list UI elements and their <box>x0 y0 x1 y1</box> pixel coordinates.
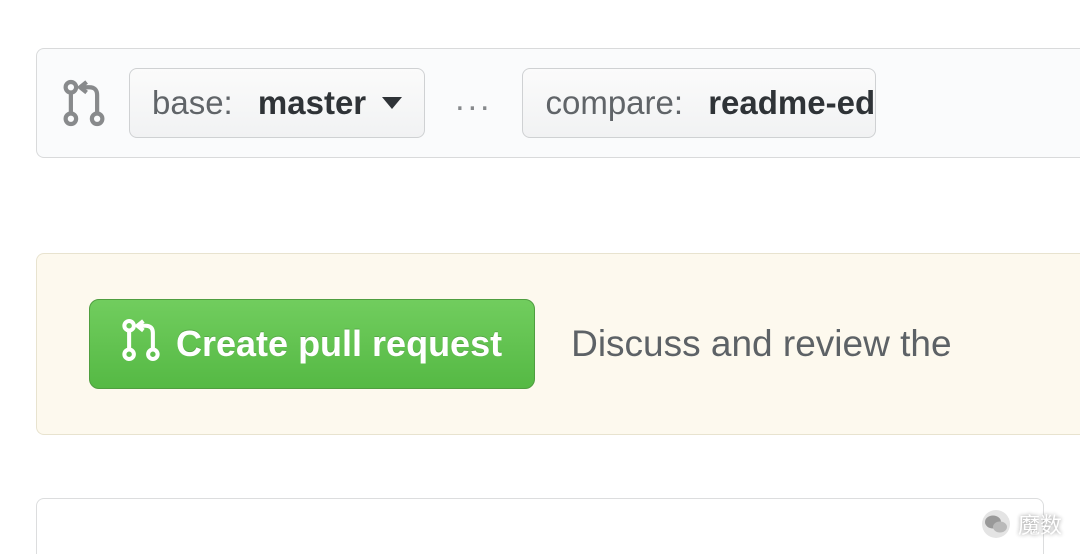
chevron-down-icon <box>382 97 402 109</box>
wechat-icon <box>982 510 1010 538</box>
content-box <box>36 498 1044 554</box>
compare-branches-bar: base: master ... compare: readme-ed <box>36 48 1080 158</box>
compare-separator: ... <box>449 80 498 127</box>
git-compare-icon <box>63 79 105 127</box>
compare-branch-label: compare: <box>545 84 683 122</box>
base-branch-label: base: <box>152 84 233 122</box>
create-pull-request-button[interactable]: Create pull request <box>89 299 535 389</box>
base-branch-value: master <box>258 84 366 122</box>
create-pull-request-label: Create pull request <box>176 323 502 365</box>
watermark: 魔数 <box>982 508 1062 540</box>
base-branch-select[interactable]: base: master <box>129 68 425 138</box>
compare-branch-value: readme-ed <box>708 84 875 122</box>
watermark-text: 魔数 <box>1018 508 1062 540</box>
git-pull-request-icon <box>122 318 160 371</box>
compare-branch-select[interactable]: compare: readme-ed <box>522 68 876 138</box>
pull-request-description: Discuss and review the <box>571 323 951 365</box>
pull-request-panel: Create pull request Discuss and review t… <box>36 253 1080 435</box>
